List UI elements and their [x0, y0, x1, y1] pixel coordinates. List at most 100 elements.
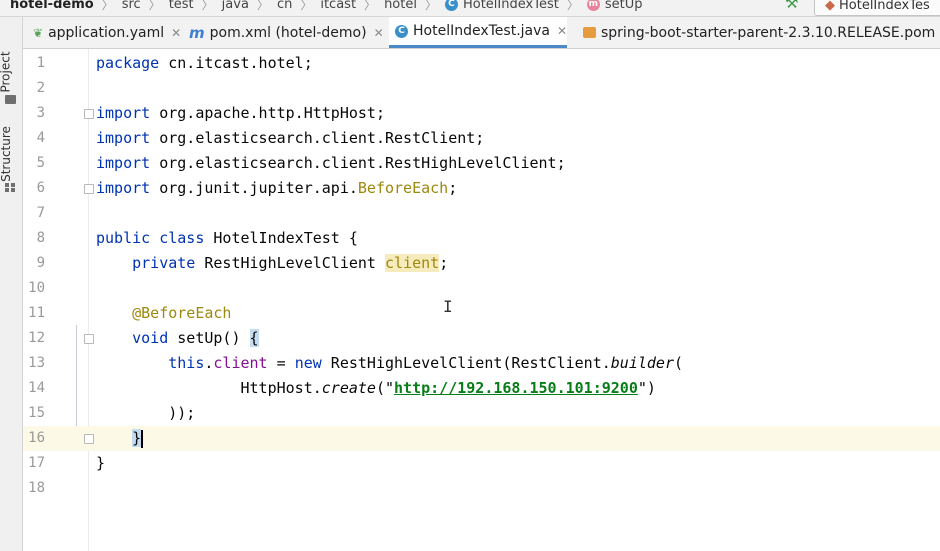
line-number: 12 — [28, 330, 45, 346]
tool-window-stripe: Project Structure — [0, 17, 23, 551]
chevron-right-icon: 〉 — [148, 0, 161, 12]
breadcrumb-method[interactable]: setUp — [605, 0, 643, 11]
mouse-ibeam-cursor-icon: I — [443, 297, 453, 316]
line-number: 9 — [36, 255, 45, 271]
matched-brace-open: { — [249, 329, 259, 347]
line-number: 5 — [36, 155, 45, 171]
tab-label: pom.xml (hotel-demo) — [209, 24, 367, 41]
tab-label: HotelIndexTest.java — [413, 23, 550, 39]
breadcrumb-project[interactable]: hotel-demo — [10, 0, 94, 11]
code-text: } — [96, 454, 106, 472]
line-number: 14 — [28, 380, 45, 396]
junit-icon: ◆ — [825, 0, 835, 13]
breadcrumb-java[interactable]: java — [222, 0, 249, 11]
code-text: (" — [375, 379, 395, 397]
static-method: builder — [610, 354, 674, 372]
code-text: org.junit.jupiter.api. — [150, 179, 358, 197]
static-method: create — [321, 379, 376, 397]
structure-icon[interactable] — [5, 183, 16, 192]
keyword: new — [294, 354, 322, 372]
fold-marker-icon[interactable] — [84, 109, 94, 119]
breadcrumb-test[interactable]: test — [169, 0, 194, 11]
keyword: public class — [96, 229, 205, 247]
code-line-18: 18 — [23, 476, 940, 501]
code-text: ") — [637, 379, 656, 397]
breadcrumb-src[interactable]: src — [122, 0, 141, 11]
chevron-right-icon: 〉 — [424, 0, 437, 12]
keyword: private — [132, 254, 196, 272]
structure-tool-tab[interactable]: Structure — [0, 126, 13, 182]
java-class-icon: C — [444, 0, 458, 11]
tab-hotel-index-test[interactable]: C HotelIndexTest.java ✕ — [389, 17, 568, 48]
code-line-4: 4 import org.elasticsearch.client.RestCl… — [23, 126, 940, 151]
navigation-bar: hotel-demo 〉 src 〉 test 〉 java 〉 cn 〉 it… — [0, 0, 940, 17]
breadcrumb-class[interactable]: HotelIndexTest — [463, 0, 559, 11]
code-line-3: 3 import org.apache.http.HttpHost; — [23, 101, 940, 126]
unused-field-client[interactable]: client — [385, 254, 440, 272]
line-number: 15 — [28, 405, 45, 421]
matched-brace-close: } — [132, 429, 142, 447]
method-icon: m — [586, 0, 600, 11]
run-configuration-select[interactable]: ◆ HotelIndexTes — [814, 0, 940, 16]
chevron-right-icon: 〉 — [364, 0, 377, 12]
line-number: 2 — [36, 80, 45, 96]
code-line-9: 9 private RestHighLevelClient client; — [23, 251, 940, 276]
breadcrumb-itcast[interactable]: itcast — [320, 0, 356, 11]
chevron-right-icon: 〉 — [201, 0, 214, 12]
tab-pom-xml[interactable]: m pom.xml (hotel-demo) ✕ — [183, 17, 384, 48]
line-number: 1 — [36, 55, 45, 71]
build-hammer-icon[interactable]: ⚒ — [785, 0, 798, 11]
close-icon[interactable]: ✕ — [374, 26, 384, 40]
code-text: org.elasticsearch.client.RestClient; — [150, 129, 485, 147]
tab-spring-boot-parent-pom[interactable]: spring-boot-starter-parent-2.3.10.RELEAS… — [577, 17, 940, 48]
code-line-6: 6 import org.junit.jupiter.api.BeforeEac… — [23, 176, 940, 201]
line-number: 13 — [28, 355, 45, 371]
line-number: 16 — [28, 430, 45, 446]
code-line-11: 11 @BeforeEach — [23, 301, 940, 326]
keyword: package — [96, 54, 160, 72]
keyword: import — [96, 154, 151, 172]
chevron-right-icon: 〉 — [300, 0, 313, 12]
breadcrumb-cn[interactable]: cn — [277, 0, 292, 11]
code-line-15: 15 )); — [23, 401, 940, 426]
fold-marker-icon[interactable] — [84, 334, 94, 344]
code-text: ; — [448, 179, 458, 197]
code-text: org.elasticsearch.client.RestHighLevelCl… — [150, 154, 566, 172]
line-number: 10 — [28, 280, 45, 296]
text-caret — [141, 429, 144, 448]
maven-m-icon: m — [189, 23, 205, 42]
yaml-icon: ❦ — [33, 25, 44, 40]
close-icon[interactable]: ✕ — [557, 24, 567, 38]
breadcrumb-hotel[interactable]: hotel — [384, 0, 417, 11]
code-text: setUp() — [168, 329, 250, 347]
url-string-literal[interactable]: http://192.168.150.101:9200 — [394, 379, 638, 397]
code-text: RestHighLevelClient(RestClient. — [321, 354, 611, 372]
folder-icon[interactable] — [5, 95, 16, 104]
annotation: @BeforeEach — [132, 304, 232, 322]
code-line-7: 7 — [23, 201, 940, 226]
code-line-17: 17 } — [23, 451, 940, 476]
close-icon[interactable]: ✕ — [171, 26, 181, 40]
line-number: 6 — [36, 180, 45, 196]
fold-marker-icon[interactable] — [84, 434, 94, 444]
pom-icon — [583, 27, 596, 38]
annotation-name: BeforeEach — [357, 179, 449, 197]
line-number: 8 — [36, 230, 45, 246]
code-line-16: 16 } — [23, 426, 940, 451]
code-text: cn.itcast.hotel; — [159, 54, 313, 72]
line-number: 18 — [28, 480, 45, 496]
project-tool-tab[interactable]: Project — [0, 51, 13, 92]
chevron-right-icon: 〉 — [101, 0, 114, 12]
tab-application-yaml[interactable]: ❦ application.yaml ✕ — [27, 17, 181, 48]
keyword: void — [132, 329, 169, 347]
code-text: )); — [168, 404, 196, 422]
run-configuration-label: HotelIndexTes — [839, 0, 930, 13]
fold-marker-icon[interactable] — [84, 184, 94, 194]
code-text: HotelIndexTest { — [204, 229, 358, 247]
code-editor[interactable]: 1 package cn.itcast.hotel; 2 3 import or… — [23, 49, 940, 551]
